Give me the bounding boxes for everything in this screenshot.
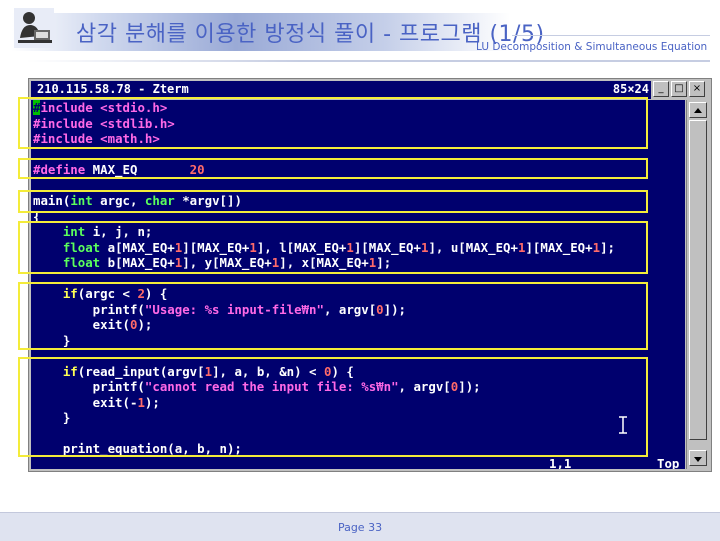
header-divider — [512, 35, 710, 36]
arrow-down-icon — [694, 457, 702, 462]
highlight-define — [18, 158, 648, 179]
scroll-indicator: Top — [657, 456, 680, 469]
scroll-down-button[interactable] — [689, 450, 707, 466]
minimize-button[interactable]: _ — [653, 81, 669, 97]
slide-title: 삼각 분해를 이용한 방정식 풀이 - 프로그램 (1/5) — [76, 22, 545, 47]
cursor-position: 1,1 — [549, 456, 572, 469]
page-number: Page 33 — [337, 521, 383, 534]
highlight-read-input — [18, 357, 648, 457]
highlight-main-signature — [18, 190, 648, 213]
maximize-button[interactable]: □ — [671, 81, 687, 97]
slide-subtitle: LU Decomposition & Simultaneous Equation — [476, 41, 708, 53]
close-button[interactable]: × — [689, 81, 705, 97]
slide-footer: Page 33 — [0, 512, 720, 541]
scrollbar-thumb[interactable] — [689, 120, 707, 440]
person-at-desk-icon — [14, 8, 54, 48]
highlight-includes — [18, 97, 648, 149]
highlight-argc-check — [18, 282, 648, 350]
terminal-size: 85×24 — [612, 82, 649, 96]
scroll-up-button[interactable] — [689, 102, 707, 118]
vertical-scrollbar[interactable] — [686, 100, 709, 469]
terminal-title: 210.115.58.78 - Zterm — [37, 82, 189, 96]
arrow-up-icon — [694, 108, 702, 113]
header-rule — [26, 60, 710, 62]
highlight-declarations — [18, 221, 648, 274]
